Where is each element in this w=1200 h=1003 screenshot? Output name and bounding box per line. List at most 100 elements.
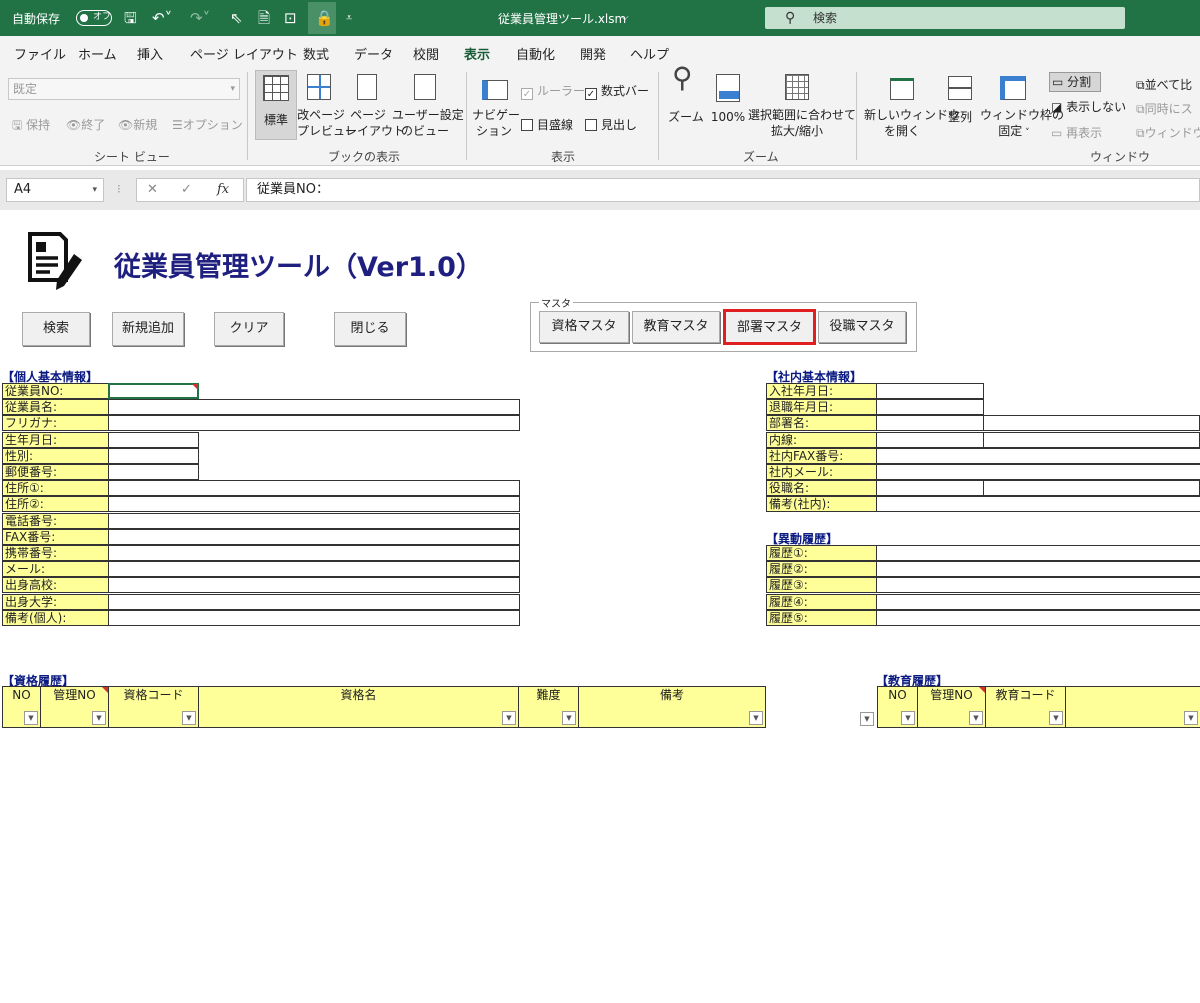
- tab-developer[interactable]: 開発: [580, 44, 606, 63]
- page-layout-button[interactable]: ページ レイアウト: [345, 70, 405, 140]
- custom-views-button[interactable]: ユーザー設定 のビュー: [392, 70, 464, 140]
- field-input-cell[interactable]: [108, 399, 520, 416]
- tab-formulas[interactable]: 数式: [303, 44, 329, 63]
- field-input-cell[interactable]: [983, 415, 1200, 432]
- options-button[interactable]: ☰オプション: [172, 116, 243, 133]
- zoom-100-button[interactable]: 100%: [708, 70, 748, 140]
- freeze-panes-button[interactable]: ウィンドウ枠の 固定 ˅: [980, 70, 1064, 140]
- field-input-cell[interactable]: [876, 399, 984, 416]
- zoom-button[interactable]: ⚲ ズーム: [666, 64, 706, 140]
- education-master-button[interactable]: 教育マスタ: [632, 311, 720, 343]
- filter-dropdown-icon[interactable]: ▼: [24, 711, 38, 725]
- split-button[interactable]: ▭ 分割: [1049, 72, 1101, 92]
- name-box[interactable]: A4 ▾: [6, 178, 104, 202]
- field-input-cell[interactable]: [983, 431, 1200, 448]
- field-input-cell[interactable]: [108, 464, 199, 480]
- view-side-by-side-button[interactable]: ⧉並べて比: [1136, 76, 1192, 93]
- new-window-button[interactable]: 新しいウィンドウ を開く: [864, 70, 960, 140]
- arrange-all-button[interactable]: 整列: [942, 70, 978, 140]
- filter-dropdown-icon[interactable]: ▼: [969, 711, 983, 725]
- exit-button[interactable]: 👁終了: [66, 116, 105, 133]
- search-input[interactable]: ⚲ 検索: [765, 7, 1125, 29]
- department-master-button[interactable]: 部署マスタ: [723, 309, 816, 345]
- ruler-checkbox[interactable]: ✓ ルーラー: [521, 82, 585, 100]
- field-input-cell[interactable]: [876, 609, 1200, 626]
- filter-dropdown-icon[interactable]: ▼: [901, 711, 915, 725]
- text-box-icon[interactable]: ⊡: [284, 9, 297, 27]
- formula-bar-checkbox[interactable]: ✓ 数式バー: [585, 82, 649, 100]
- tab-home[interactable]: ホーム: [78, 44, 117, 63]
- field-input-cell[interactable]: [108, 415, 520, 432]
- field-input-cell[interactable]: [876, 431, 984, 448]
- field-input-cell[interactable]: [876, 415, 984, 432]
- filter-dropdown-icon[interactable]: ▼: [562, 711, 576, 725]
- qualification-master-button[interactable]: 資格マスタ: [539, 311, 629, 343]
- hide-button[interactable]: ◪ 表示しない: [1051, 98, 1126, 115]
- field-input-cell[interactable]: [876, 593, 1200, 610]
- filter-dropdown-icon[interactable]: ▼: [860, 712, 874, 726]
- position-master-button[interactable]: 役職マスタ: [818, 311, 906, 343]
- field-input-cell[interactable]: [108, 496, 520, 513]
- add-new-button[interactable]: 新規追加: [112, 312, 184, 346]
- field-input-cell[interactable]: [876, 383, 984, 399]
- document-icon[interactable]: 🗎: [258, 9, 270, 27]
- confirm-icon[interactable]: ✓: [181, 179, 192, 201]
- tab-help[interactable]: ヘルプ: [630, 44, 669, 63]
- field-input-cell[interactable]: [108, 593, 520, 610]
- field-input-cell[interactable]: [876, 480, 984, 497]
- field-input-cell[interactable]: [108, 431, 199, 448]
- navigation-button[interactable]: ナビゲー ション: [472, 70, 520, 140]
- unhide-button[interactable]: ▭ 再表示: [1051, 124, 1102, 141]
- reset-window-button[interactable]: ⧉ウィンドウ: [1136, 124, 1200, 141]
- gridlines-checkbox[interactable]: 目盛線: [521, 116, 573, 133]
- redo-icon[interactable]: ↷˅: [190, 9, 210, 27]
- field-input-cell[interactable]: [876, 464, 1200, 480]
- keep-button[interactable]: 🖫 保持: [12, 116, 50, 137]
- field-input-cell[interactable]: [876, 545, 1200, 561]
- insert-function-icon[interactable]: fx: [217, 179, 229, 201]
- filter-dropdown-icon[interactable]: ▼: [502, 711, 516, 725]
- field-input-cell[interactable]: [108, 512, 520, 529]
- file-name[interactable]: 従業員管理ツール.xlsm: [498, 10, 626, 27]
- tab-review[interactable]: 校閲: [413, 44, 439, 63]
- filter-dropdown-icon[interactable]: ▼: [1184, 711, 1198, 725]
- field-input-cell[interactable]: [108, 383, 199, 399]
- zoom-to-selection-button[interactable]: 選択範囲に合わせて 拡大/縮小: [748, 70, 856, 140]
- clear-button[interactable]: クリア: [214, 312, 284, 346]
- customize-icon[interactable]: ⩡: [346, 9, 352, 27]
- tab-automate[interactable]: 自動化: [516, 44, 555, 63]
- filter-dropdown-icon[interactable]: ▼: [749, 711, 763, 725]
- undo-icon[interactable]: ↶˅: [152, 9, 172, 27]
- field-input-cell[interactable]: [108, 609, 520, 626]
- synchronous-scroll-button[interactable]: ⧉同時にス: [1136, 100, 1193, 117]
- headings-checkbox[interactable]: 見出し: [585, 116, 637, 133]
- cancel-icon[interactable]: ✕: [147, 179, 158, 201]
- tab-page-layout[interactable]: ページ レイアウト: [190, 44, 298, 63]
- page-break-preview-button[interactable]: 改ページ プレビュー: [297, 70, 357, 140]
- close-button[interactable]: 閉じる: [334, 312, 406, 346]
- tab-data[interactable]: データ: [354, 44, 393, 63]
- field-input-cell[interactable]: [876, 561, 1200, 578]
- field-input-cell[interactable]: [108, 447, 199, 464]
- sheet-view-dropdown[interactable]: 既定 ▾: [8, 78, 240, 100]
- lock-button[interactable]: 🔒: [308, 2, 336, 34]
- field-input-cell[interactable]: [876, 447, 1200, 464]
- field-input-cell[interactable]: [108, 480, 520, 497]
- new-view-button[interactable]: 👁新規: [118, 116, 157, 133]
- field-input-cell[interactable]: [108, 561, 520, 578]
- field-input-cell[interactable]: [876, 577, 1200, 594]
- search-button[interactable]: 検索: [22, 312, 90, 346]
- normal-view-button[interactable]: 標準: [255, 70, 297, 140]
- save-icon[interactable]: 🖫: [124, 9, 137, 27]
- formula-input[interactable]: 従業員NO：: [246, 178, 1200, 202]
- field-input-cell[interactable]: [108, 528, 520, 545]
- field-input-cell[interactable]: [876, 496, 1200, 513]
- pointer-icon[interactable]: ⇖: [230, 9, 243, 27]
- chevron-down-icon[interactable]: ⌵: [621, 12, 629, 23]
- filter-dropdown-icon[interactable]: ▼: [182, 711, 196, 725]
- field-input-cell[interactable]: [108, 577, 520, 594]
- autosave-toggle[interactable]: オフ: [76, 10, 112, 26]
- filter-dropdown-icon[interactable]: ▼: [1049, 711, 1063, 725]
- field-input-cell[interactable]: [983, 480, 1200, 497]
- field-input-cell[interactable]: [108, 545, 520, 561]
